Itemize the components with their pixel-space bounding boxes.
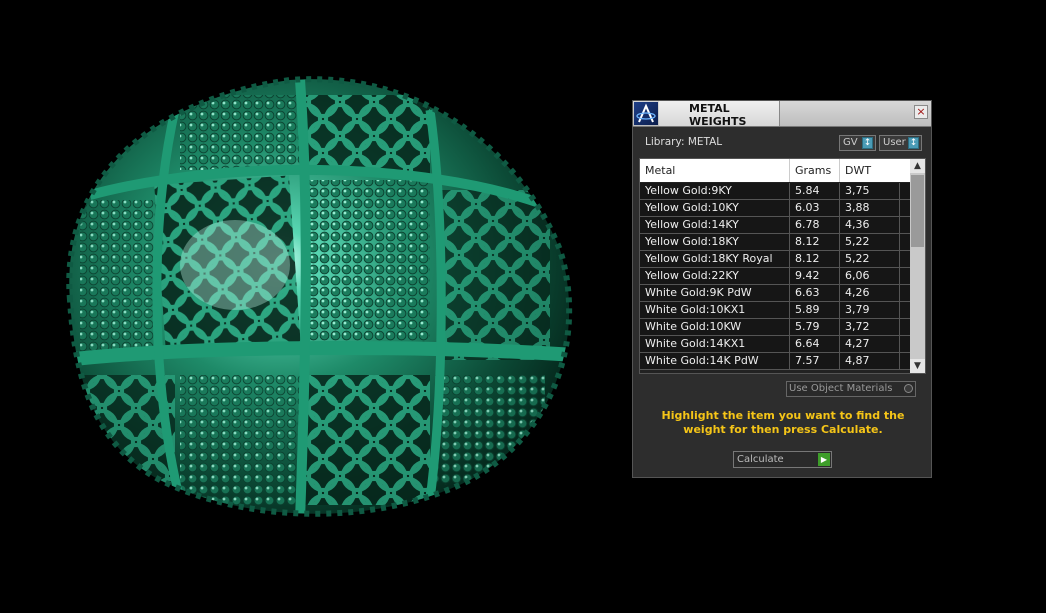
column-header-grams[interactable]: Grams — [790, 159, 840, 182]
table-row[interactable]: White Gold:10KX1 5.89 3,79 — [640, 302, 911, 319]
grams-cell: 5.84 — [790, 183, 840, 199]
close-button[interactable]: × — [914, 105, 928, 119]
calculate-label: Calculate — [737, 454, 784, 465]
dwt-cell: 6,06 — [840, 268, 900, 284]
dwt-cell: 4,87 — [840, 353, 900, 369]
grams-cell: 6.78 — [790, 217, 840, 233]
table-header: Metal Grams DWT — [640, 159, 911, 182]
grams-cell: 8.12 — [790, 234, 840, 250]
dwt-cell: 3,75 — [840, 183, 900, 199]
metal-cell: Yellow Gold:10KY — [640, 200, 790, 216]
column-header-dwt[interactable]: DWT — [840, 159, 911, 182]
table-row[interactable]: White Gold:14KX1 6.64 4,27 — [640, 336, 911, 353]
dwt-cell: 5,22 — [840, 251, 900, 267]
grams-cell: 6.64 — [790, 336, 840, 352]
use-object-materials-label: Use Object Materials — [789, 383, 893, 394]
instructions-text: Highlight the item you want to find the … — [661, 409, 905, 436]
dwt-cell: 4,26 — [840, 285, 900, 301]
metal-cell: Yellow Gold:18KY Royal — [640, 251, 790, 267]
metal-cell: White Gold:14KX1 — [640, 336, 790, 352]
metal-cell: White Gold:14K PdW — [640, 353, 790, 369]
user-toggle-knob-icon: ↕ — [908, 137, 919, 149]
table-row[interactable]: Yellow Gold:18KY Royal 8.12 5,22 — [640, 251, 911, 268]
table-row[interactable]: White Gold:14K PdW 7.57 4,87 — [640, 353, 911, 370]
3d-viewport[interactable] — [0, 0, 620, 609]
app-logo-icon — [634, 102, 658, 125]
scroll-thumb[interactable] — [911, 175, 924, 247]
gv-toggle-label: GV — [843, 137, 858, 148]
dwt-cell: 5,22 — [840, 234, 900, 250]
dwt-cell: 3,88 — [840, 200, 900, 216]
column-header-metal[interactable]: Metal — [640, 159, 790, 182]
use-object-materials-toggle[interactable]: Use Object Materials — [786, 381, 916, 397]
metal-cell: White Gold:10KX1 — [640, 302, 790, 318]
ring-model — [66, 76, 573, 517]
user-toggle-label: User — [883, 137, 906, 148]
user-toggle[interactable]: User ↕ — [879, 135, 922, 151]
metal-table: Metal Grams DWT Yellow Gold:9KY 5.84 3,75 Y… — [639, 158, 926, 374]
metal-cell: Yellow Gold:22KY — [640, 268, 790, 284]
library-label: Library: METAL — [645, 136, 723, 148]
play-arrow-icon: ▶ — [818, 453, 830, 466]
dwt-cell: 3,79 — [840, 302, 900, 318]
grams-cell: 8.12 — [790, 251, 840, 267]
gv-toggle[interactable]: GV ↕ — [839, 135, 876, 151]
metal-cell: White Gold:10KW — [640, 319, 790, 335]
table-body: Yellow Gold:9KY 5.84 3,75 Yellow Gold:10KY 6… — [640, 183, 911, 370]
grams-cell: 6.63 — [790, 285, 840, 301]
title-bar[interactable]: METAL WEIGHTS × — [633, 101, 931, 128]
title-tab: METAL WEIGHTS — [659, 101, 780, 128]
grams-cell: 9.42 — [790, 268, 840, 284]
table-row[interactable]: Yellow Gold:18KY 8.12 5,22 — [640, 234, 911, 251]
scroll-up-icon[interactable]: ▲ — [910, 159, 925, 173]
panel-title: METAL WEIGHTS — [689, 102, 747, 128]
table-row[interactable]: White Gold:10KW 5.79 3,72 — [640, 319, 911, 336]
scroll-down-icon[interactable]: ▼ — [910, 359, 925, 373]
dwt-cell: 4,27 — [840, 336, 900, 352]
table-row[interactable]: Yellow Gold:10KY 6.03 3,88 — [640, 200, 911, 217]
grams-cell: 5.89 — [790, 302, 840, 318]
dwt-cell: 4,36 — [840, 217, 900, 233]
table-row[interactable]: Yellow Gold:14KY 6.78 4,36 — [640, 217, 911, 234]
metal-cell: Yellow Gold:14KY — [640, 217, 790, 233]
metal-cell: White Gold:9K PdW — [640, 285, 790, 301]
metal-cell: Yellow Gold:9KY — [640, 183, 790, 199]
dwt-cell: 3,72 — [840, 319, 900, 335]
calculate-button[interactable]: Calculate ▶ — [733, 451, 832, 468]
table-row[interactable]: Yellow Gold:22KY 9.42 6,06 — [640, 268, 911, 285]
grams-cell: 5.79 — [790, 319, 840, 335]
metal-weights-panel: METAL WEIGHTS × Library: METAL GV ↕ User… — [632, 100, 932, 478]
grams-cell: 6.03 — [790, 200, 840, 216]
gv-toggle-knob-icon: ↕ — [862, 137, 873, 149]
metal-cell: Yellow Gold:18KY — [640, 234, 790, 250]
table-row[interactable]: Yellow Gold:9KY 5.84 3,75 — [640, 183, 911, 200]
table-row[interactable]: White Gold:9K PdW 6.63 4,26 — [640, 285, 911, 302]
grams-cell: 7.57 — [790, 353, 840, 369]
radio-icon — [904, 384, 913, 393]
table-scrollbar[interactable]: ▲ ▼ — [910, 159, 925, 373]
